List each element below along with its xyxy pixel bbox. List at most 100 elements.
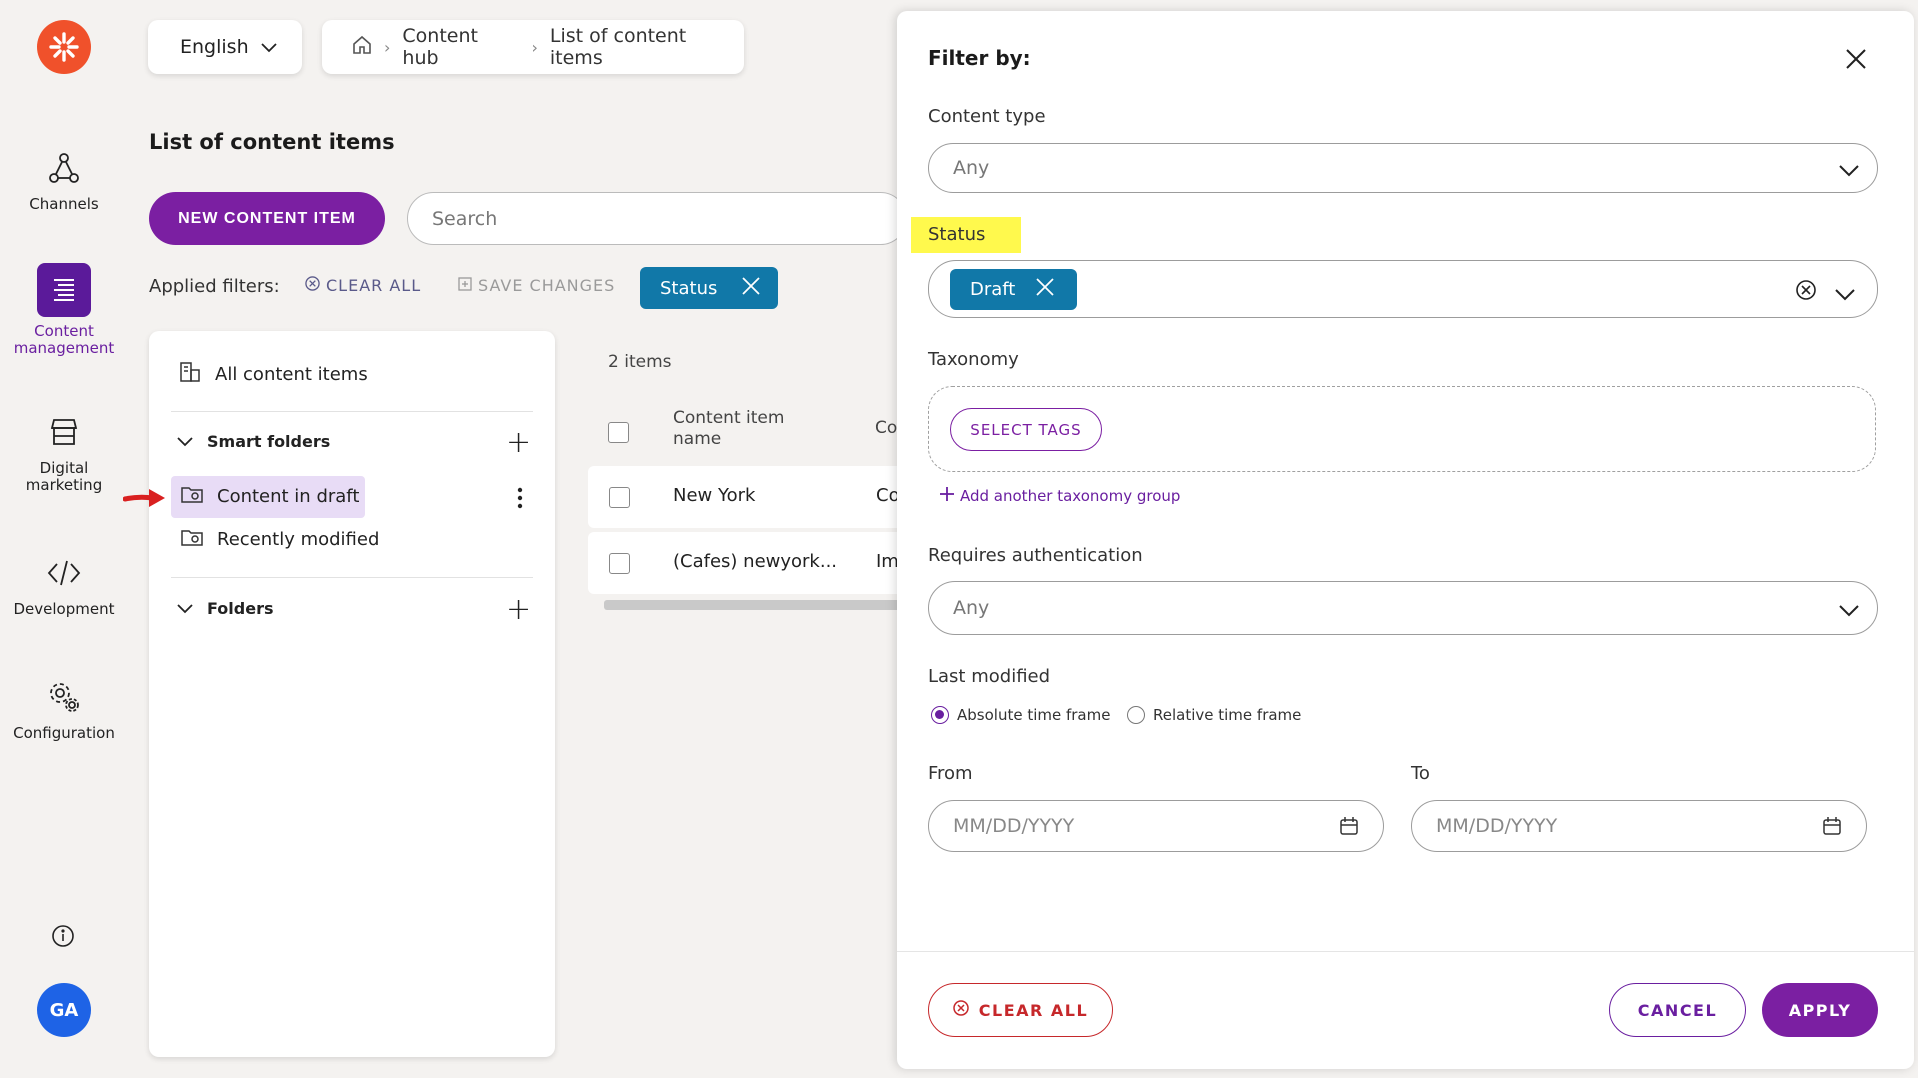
folders-toggle[interactable]: Folders	[177, 599, 273, 618]
to-date-input[interactable]: MM/DD/YYYY	[1411, 800, 1867, 852]
applied-filters-label: Applied filters:	[149, 276, 280, 297]
smart-folder-content-in-draft[interactable]: Content in draft	[181, 484, 359, 509]
avatar[interactable]: GA	[37, 983, 91, 1037]
save-changes-label: SAVE CHANGES	[478, 276, 616, 295]
chevron-down-icon	[177, 599, 193, 618]
chevron-down-icon	[260, 36, 277, 58]
add-folder-icon[interactable]: +	[506, 592, 531, 627]
search-input[interactable]: Search	[407, 192, 907, 245]
select-value: Any	[953, 157, 990, 179]
apply-button[interactable]: APPLY	[1762, 983, 1878, 1037]
radio-button[interactable]	[931, 706, 949, 724]
close-icon[interactable]	[741, 276, 761, 301]
select-value: Any	[953, 597, 990, 619]
radio-button[interactable]	[1127, 706, 1145, 724]
table-row[interactable]: (Cafes) newyork... Im	[588, 532, 908, 594]
footer-divider	[897, 951, 1914, 952]
items-count: 2 items	[608, 352, 672, 372]
language-selector[interactable]: English	[148, 20, 302, 74]
clear-circle-icon	[953, 1000, 969, 1020]
all-items-label: All content items	[215, 364, 368, 385]
clear-circle-icon	[305, 276, 320, 295]
smart-folder-label: Recently modified	[217, 529, 380, 550]
clear-selection-icon[interactable]	[1795, 279, 1817, 306]
to-label: To	[1411, 763, 1430, 784]
select-tags-button[interactable]: SELECT TAGS	[950, 408, 1102, 451]
row-checkbox[interactable]	[609, 487, 630, 508]
breadcrumb-list[interactable]: List of content items	[550, 25, 744, 69]
nav-content-management[interactable]: Content management	[0, 263, 128, 357]
folders-label: Folders	[207, 599, 274, 618]
chip-label: Draft	[970, 279, 1016, 300]
smart-folders-label: Smart folders	[207, 432, 331, 451]
chevron-down-icon[interactable]	[1835, 285, 1855, 306]
home-icon[interactable]	[352, 35, 372, 60]
nav-label: Content management	[13, 322, 115, 357]
close-icon[interactable]	[1035, 277, 1055, 302]
folders-panel: All content items Smart folders + Conten…	[122, 331, 555, 1057]
smart-folder-recently-modified[interactable]: Recently modified	[181, 527, 379, 552]
from-date-input[interactable]: MM/DD/YYYY	[928, 800, 1384, 852]
row-second: Im	[876, 551, 899, 572]
calendar-icon[interactable]	[1339, 816, 1359, 836]
add-taxonomy-group-link[interactable]: Add another taxonomy group	[940, 487, 1180, 505]
nav-digital-marketing[interactable]: Digital marketing	[0, 410, 128, 494]
smart-folder-label: Content in draft	[217, 486, 360, 507]
gear-icon	[42, 675, 86, 719]
nav-development[interactable]: Development	[0, 551, 128, 618]
radio-absolute-time-frame[interactable]: Absolute time frame	[931, 706, 1110, 724]
clear-all-button[interactable]: CLEAR ALL	[928, 983, 1113, 1037]
requires-auth-label: Requires authentication	[928, 545, 1143, 566]
horizontal-scrollbar[interactable]	[604, 600, 904, 610]
clear-all-label: CLEAR ALL	[326, 276, 422, 295]
content-type-select[interactable]: Any	[928, 143, 1878, 193]
breadcrumb-separator: ›	[531, 37, 538, 57]
requires-auth-select[interactable]: Any	[928, 581, 1878, 635]
draft-status-chip[interactable]: Draft	[950, 269, 1077, 310]
from-label: From	[928, 763, 973, 784]
taxonomy-label: Taxonomy	[928, 349, 1019, 370]
clear-all-label: CLEAR ALL	[978, 1000, 1089, 1020]
radio-label: Relative time frame	[1153, 706, 1302, 724]
row-checkbox[interactable]	[609, 553, 630, 574]
all-content-items[interactable]: All content items	[179, 361, 368, 388]
smart-folder-icon	[181, 484, 203, 509]
calendar-icon[interactable]	[1822, 816, 1842, 836]
breadcrumb-content-hub[interactable]: Content hub	[402, 25, 519, 69]
info-icon[interactable]	[51, 924, 75, 948]
nav-label: Configuration	[13, 724, 115, 742]
language-value: English	[180, 36, 249, 58]
nav-configuration[interactable]: Configuration	[0, 675, 128, 742]
plus-icon	[940, 487, 954, 505]
cancel-button[interactable]: CANCEL	[1609, 983, 1746, 1037]
radio-relative-time-frame[interactable]: Relative time frame	[1127, 706, 1301, 724]
close-icon[interactable]	[1845, 48, 1869, 72]
new-content-item-button[interactable]: NEW CONTENT ITEM	[149, 192, 385, 245]
left-nav: Channels Content management Digital mark…	[0, 0, 128, 1078]
add-smart-folder-icon[interactable]: +	[506, 425, 531, 460]
table-row[interactable]: New York Co	[588, 466, 908, 528]
column-header-second[interactable]: Co	[875, 418, 897, 438]
filter-title: Filter by:	[928, 46, 1031, 70]
status-filter-chip[interactable]: Status	[640, 267, 778, 309]
divider	[171, 411, 533, 412]
content-type-label: Content type	[928, 106, 1046, 127]
more-options-icon[interactable]	[517, 487, 523, 514]
row-name[interactable]: (Cafes) newyork...	[673, 551, 837, 572]
channels-icon	[42, 146, 86, 190]
asterisk-logo-icon[interactable]	[37, 20, 91, 74]
save-square-icon	[458, 276, 472, 295]
breadcrumb: › Content hub › List of content items	[322, 20, 744, 74]
row-name[interactable]: New York	[673, 485, 755, 506]
chevron-down-icon	[1839, 600, 1859, 617]
save-changes-link[interactable]: SAVE CHANGES	[458, 276, 615, 295]
clear-all-link[interactable]: CLEAR ALL	[305, 276, 421, 295]
smart-folders-toggle[interactable]: Smart folders	[177, 432, 330, 451]
column-header-name[interactable]: Content item name	[673, 408, 803, 450]
nav-channels[interactable]: Channels	[0, 146, 128, 213]
red-arrow-annotation-icon	[122, 486, 167, 515]
status-label: Status	[928, 224, 986, 245]
select-all-checkbox[interactable]	[608, 422, 629, 443]
content-list-icon	[179, 361, 201, 388]
nav-label: Channels	[29, 195, 99, 213]
